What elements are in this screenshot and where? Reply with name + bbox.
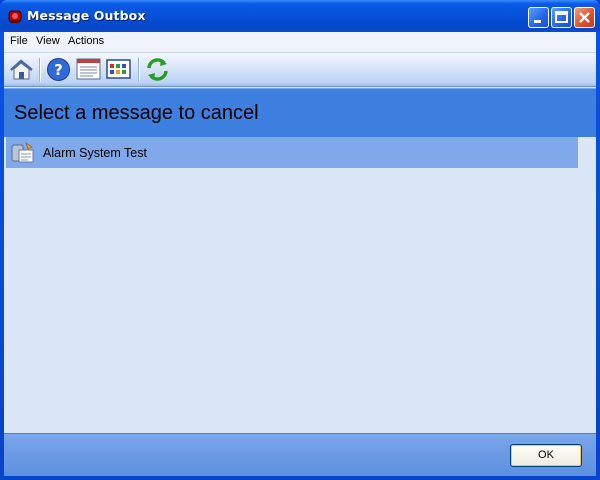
maximize-icon bbox=[555, 11, 568, 23]
close-button[interactable] bbox=[574, 7, 595, 28]
minimize-button[interactable] bbox=[528, 7, 549, 28]
close-icon bbox=[579, 12, 590, 23]
toolbar-separator bbox=[39, 58, 41, 82]
message-list: Alarm System Test bbox=[4, 136, 596, 432]
report-icon[interactable] bbox=[75, 56, 102, 83]
ok-button[interactable]: OK bbox=[510, 444, 582, 467]
toolbar-separator bbox=[138, 58, 140, 82]
help-icon[interactable]: ? bbox=[45, 56, 72, 83]
instruction-header: Select a message to cancel bbox=[4, 88, 596, 137]
grid-icon[interactable] bbox=[105, 56, 132, 83]
app-alarm-icon bbox=[8, 10, 22, 23]
menu-actions[interactable]: Actions bbox=[68, 35, 104, 47]
refresh-icon[interactable] bbox=[144, 56, 171, 83]
message-row[interactable]: Alarm System Test bbox=[6, 137, 578, 168]
minimize-icon bbox=[534, 20, 541, 23]
menu-bar: File View Actions bbox=[4, 32, 596, 53]
client-area: File View Actions ? Select a message to … bbox=[4, 32, 596, 476]
svg-text:?: ? bbox=[54, 61, 63, 79]
button-bar: OK bbox=[4, 433, 596, 476]
window-title: Message Outbox bbox=[27, 8, 146, 23]
message-label: Alarm System Test bbox=[43, 146, 147, 160]
header-title: Select a message to cancel bbox=[14, 102, 259, 124]
menu-view[interactable]: View bbox=[36, 35, 60, 47]
app-window: Message Outbox File View Actions ? Selec… bbox=[0, 0, 600, 480]
menu-file[interactable]: File bbox=[10, 35, 28, 47]
toolbar: ? bbox=[4, 53, 596, 87]
home-icon[interactable] bbox=[8, 56, 35, 83]
maximize-button[interactable] bbox=[551, 7, 572, 28]
message-icon bbox=[11, 142, 34, 163]
title-bar[interactable]: Message Outbox bbox=[0, 0, 600, 32]
